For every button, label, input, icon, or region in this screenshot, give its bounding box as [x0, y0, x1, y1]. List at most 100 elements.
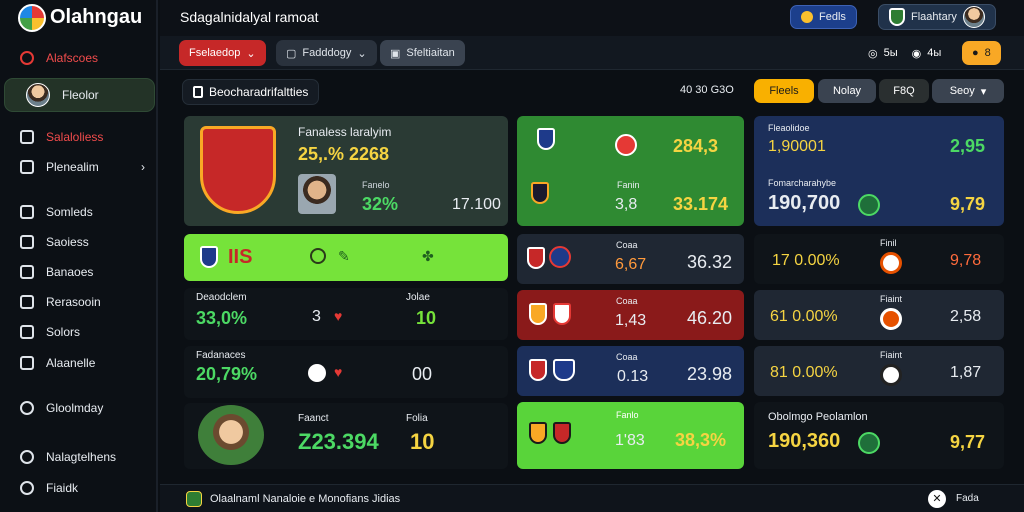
match-card-3[interactable]: Coaa 0.13 23.98	[517, 346, 744, 396]
team-badge-icon	[549, 246, 571, 268]
featured-pct: 32%	[362, 194, 399, 214]
sidebar-item-8[interactable]: Solors	[20, 325, 80, 339]
ball-icon	[880, 308, 902, 330]
stats-card-1[interactable]: Finil 17 0.00% 9,78	[754, 234, 1004, 284]
team-shield-icon	[537, 128, 555, 150]
footer-text: Olaalnaml Nanaloie e Monofians Jidias	[210, 493, 401, 505]
shield-icon	[889, 8, 905, 26]
heart-icon: ♥	[334, 364, 343, 380]
clover-icon: ✤	[422, 248, 434, 264]
ball-icon	[880, 364, 902, 386]
filter-f8q[interactable]: F8Q	[879, 79, 929, 103]
info-icon	[20, 481, 34, 495]
featured-label: Fanelo	[362, 180, 390, 190]
ball-icon	[310, 248, 326, 264]
avatar	[26, 83, 50, 107]
edit-icon[interactable]: ✎	[338, 248, 350, 265]
topbar: Sdagalnidalyal ramoat Fedls Flaahtary	[160, 0, 1024, 36]
team-crest-icon	[200, 126, 276, 214]
home-icon	[20, 130, 34, 144]
team-badge-icon	[615, 134, 637, 156]
tag-icon	[20, 325, 34, 339]
chevron-down-icon: ▾	[980, 85, 987, 98]
grid-icon	[20, 235, 34, 249]
shield-icon	[186, 491, 202, 507]
list-item-1[interactable]: Fadanaces 20,79% ♥ 00	[184, 346, 508, 398]
list-icon	[20, 205, 34, 219]
sidebar-item-6[interactable]: Banaoes	[20, 265, 93, 279]
list-item-2[interactable]: Faanct Z23.394 Folia 10	[184, 403, 508, 469]
calendar-icon	[20, 265, 34, 279]
avatar	[962, 6, 985, 28]
search-input[interactable]: Beocharadrifaltties	[182, 79, 320, 105]
player-photo	[298, 174, 336, 214]
folder-icon	[20, 160, 34, 174]
featured-value: 17.100	[452, 196, 501, 213]
coin-icon	[801, 11, 813, 23]
team-shield-icon	[529, 422, 547, 444]
featured-card[interactable]: Fanaless laralyim 25,.% 2268 Fanelo 32% …	[184, 116, 508, 226]
featured-score: 25,.% 2268	[298, 144, 390, 164]
chevron-down-icon: ⌄	[246, 47, 256, 60]
sidebar-item-7[interactable]: Rerasooin	[20, 295, 101, 309]
team-shield-icon	[529, 359, 547, 381]
chevron-down-icon: ⌄	[357, 47, 367, 60]
filter-nolay[interactable]: Nolay	[818, 79, 876, 103]
team-shield-icon	[553, 303, 571, 325]
filter-fleels[interactable]: Fleels	[754, 79, 814, 103]
main-dropdown[interactable]: Fselaedop ⌄	[179, 40, 266, 66]
page-title: Sdagalnidalyal ramoat	[180, 9, 319, 25]
coins-button[interactable]: ● 8	[962, 41, 1001, 65]
ball-icon	[880, 252, 902, 274]
sidebar-item-4[interactable]: Somleds	[20, 205, 93, 219]
match-card-0[interactable]: 284,3 Fanin 3,8 33.174	[517, 116, 744, 226]
match-card-4[interactable]: Fanlo 1'83 38,3%	[517, 402, 744, 469]
sidebar-item-11[interactable]: Nalagtelhens	[20, 450, 116, 464]
search-icon	[193, 86, 203, 98]
sidebar-item-5[interactable]: Saoiess	[20, 235, 89, 249]
team-shield-icon	[529, 303, 547, 325]
sidebar: Olahngau Alafscoes Fleolor Salaloliess P…	[0, 0, 158, 512]
heart-icon: ♥	[334, 308, 343, 324]
user-menu[interactable]: Flaahtary	[878, 4, 996, 30]
stats-card-2[interactable]: Fiaint 61 0.00% 2,58	[754, 290, 1004, 340]
filter-dropdown[interactable]: Seoy ▾	[932, 79, 1004, 103]
match-card-1[interactable]: Coaa 6,67 36.32	[517, 234, 744, 284]
team-shield-icon	[531, 182, 549, 204]
sidebar-item-0[interactable]: Alafscoes	[20, 51, 98, 65]
close-icon[interactable]: ✕	[928, 490, 946, 508]
featured-title: Fanaless laralyim	[298, 125, 392, 139]
sidebar-item-12[interactable]: Fiaidk	[20, 481, 78, 495]
sidebar-item-3[interactable]: Plenealim ›	[20, 160, 145, 174]
team-shield-icon	[527, 247, 545, 269]
match-card-2[interactable]: Coaa 1,43 46.20	[517, 290, 744, 340]
team-shield-icon	[553, 359, 575, 381]
file-icon: ▢	[286, 47, 297, 60]
sidebar-item-2[interactable]: Salaloliess	[20, 130, 103, 144]
odds-summary: 40 30 G3O	[680, 84, 734, 96]
footer-status: Fada	[956, 493, 979, 504]
trophy-icon	[858, 432, 880, 454]
clock-icon: ◎	[868, 47, 878, 60]
player-photo	[198, 405, 264, 465]
stats-card-0[interactable]: Fleaolidoe 1,90001 2,95 Fomarcharahybe 1…	[754, 116, 1004, 226]
highlight-text: IIS	[228, 246, 253, 268]
toolbar: Fselaedop ⌄ ▢ Fadddogy ⌄ ▣ Sfeltiaitan ◎ 5ы ◉ 4…	[160, 36, 1024, 70]
sidebar-item-10[interactable]: Gloolmday	[20, 401, 103, 415]
team-shield-icon	[200, 246, 218, 268]
tab-2[interactable]: ▣ Sfeltiaitan	[380, 40, 465, 66]
list-item-0[interactable]: Deaodclem 33,0% 3 ♥ Jolae 10	[184, 288, 508, 340]
sidebar-item-9[interactable]: Alaanelle	[20, 356, 95, 370]
footer: Olaalnaml Nanaloie e Monofians Jidias ✕ …	[160, 484, 1024, 512]
fedls-button[interactable]: Fedls	[790, 5, 857, 29]
ball-icon	[308, 364, 326, 382]
app-logo	[18, 4, 46, 32]
app-name: Olahngau	[50, 6, 143, 28]
sidebar-item-1[interactable]: Fleolor	[26, 83, 99, 107]
coin-icon: ●	[972, 47, 979, 59]
stats-card-3[interactable]: Fiaint 81 0.00% 1,87	[754, 346, 1004, 396]
stats-card-4[interactable]: Obolmgo Peolamlon 190,360 9,77	[754, 402, 1004, 469]
chart-icon	[20, 356, 34, 370]
highlight-bar[interactable]: IIS ✎ ✤	[184, 234, 508, 281]
tab-1[interactable]: ▢ Fadddogy ⌄	[276, 40, 377, 66]
